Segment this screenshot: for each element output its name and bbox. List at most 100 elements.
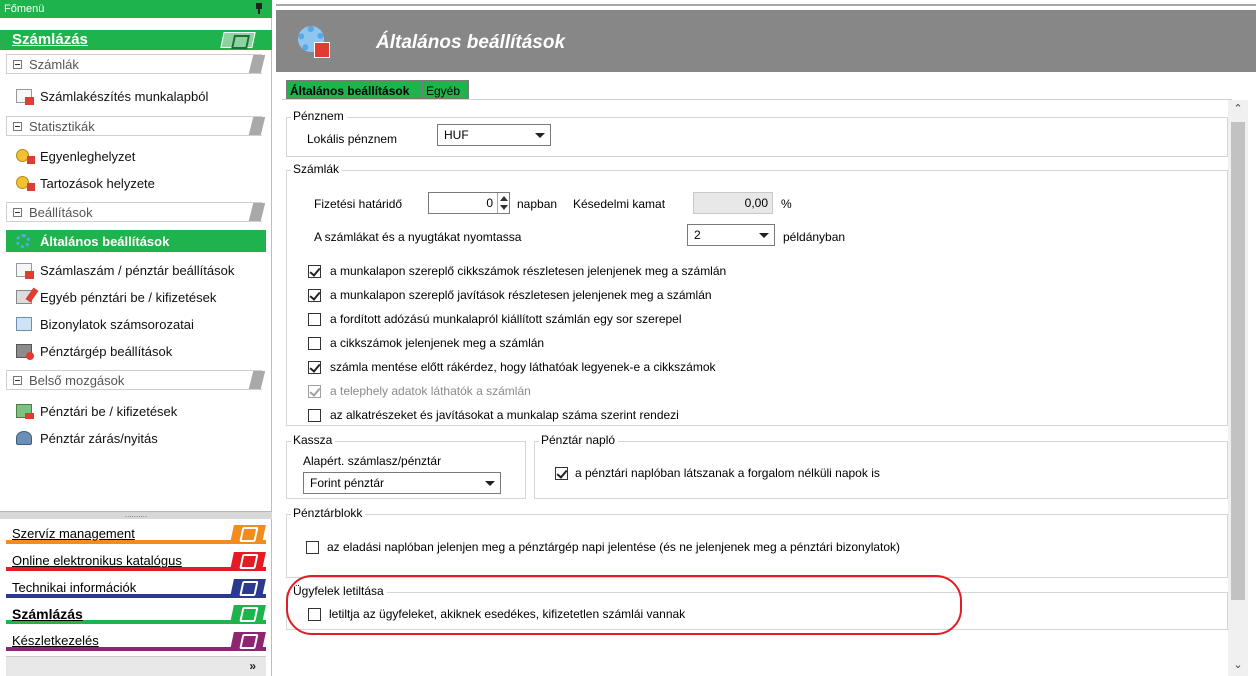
chevron-down-icon[interactable] (480, 473, 500, 493)
sidebar-item-label: Általános beállítások (40, 234, 170, 249)
checkbox-label: a fordított adózású munkalapról kiállíto… (330, 312, 682, 326)
page-header: Általános beállítások (276, 10, 1256, 72)
payment-deadline-input[interactable]: 0 (428, 192, 510, 214)
fieldset-penztar-naplo: Pénztár napló a pénztári naplóban látsza… (534, 433, 1228, 499)
sidebar-item-bizonylatok[interactable]: Bizonylatok számsorozatai (6, 313, 266, 335)
sidebar-item-szamlaszam-beallitasok[interactable]: Számlaszám / pénztár beállítások (6, 259, 266, 281)
sidebar-group-beallitasok[interactable]: Beállítások (6, 202, 262, 222)
checkbox-cikkszamok-reszletesen[interactable] (308, 265, 321, 278)
sidebar-item-label: Egyéb pénztári be / kifizetések (40, 290, 217, 305)
sidebar-group-label: Belső mozgások (29, 373, 125, 388)
nav-label: Szervíz management (12, 526, 135, 541)
people-icon (16, 431, 32, 445)
nav-label: Technikai információk (12, 580, 137, 595)
service-icon (230, 525, 266, 543)
nav-label: Online elektronikus katalógus (12, 553, 182, 568)
checkbox-ugyfelek-letiltasa[interactable] (308, 608, 321, 621)
checkbox-label: a munkalapon szereplő javítások részlete… (330, 288, 712, 302)
scroll-down-icon[interactable]: ⌄ (1228, 658, 1248, 676)
fieldset-legend: Számlák (291, 162, 343, 176)
fieldset-szamlak: Számlák Fizetési határidő 0 napban Késed… (286, 162, 1228, 426)
local-currency-select[interactable]: HUF (437, 124, 551, 146)
nav-online-katalogus[interactable]: Online elektronikus katalógus (6, 551, 266, 571)
days-unit-label: napban (517, 197, 558, 211)
chevron-down-icon[interactable] (754, 225, 774, 245)
page-title: Általános beállítások (376, 32, 566, 53)
nav-keszletkezeles[interactable]: Készletkezelés (6, 631, 266, 651)
invoice-module-icon (230, 605, 266, 623)
collapse-icon[interactable] (13, 376, 22, 385)
sidebar-item-altalanos-beallitasok[interactable]: Általános beállítások (6, 230, 266, 252)
checkbox-javitasok-reszletesen[interactable] (308, 289, 321, 302)
chevron-down-icon[interactable] (530, 125, 550, 145)
scroll-thumb[interactable] (1231, 122, 1245, 600)
fieldset-legend: Ügyfelek letiltása (291, 584, 387, 598)
checkbox-label: a munkalapon szereplő cikkszámok részlet… (330, 264, 727, 278)
sidebar-group-label: Beállítások (29, 205, 93, 220)
badge-icon (314, 42, 330, 58)
sidebar-group-szamlak[interactable]: Számlák (6, 54, 262, 74)
sidebar-item-label: Pénztárgép beállítások (40, 344, 173, 359)
splitter-grip[interactable]: .......... (0, 511, 272, 519)
sidebar-item-label: Egyenleghelyzet (40, 149, 136, 164)
grip-dots: .......... (124, 510, 148, 519)
sidebar-item-penztari-be-ki[interactable]: Pénztári be / kifizetések (6, 400, 266, 422)
sidebar-item-label: Pénztári be / kifizetések (40, 404, 178, 419)
tab-altalanos-beallitasok[interactable]: Általános beállítások (286, 80, 422, 99)
print-copies-label: A számlákat és a nyugtákat nyomtassa (314, 230, 522, 244)
nav-technikai-informaciok[interactable]: Technikai információk (6, 578, 266, 598)
sidebar-item-penztargep[interactable]: Pénztárgép beállítások (6, 340, 266, 362)
fieldset-penztarblokk: Pénztárblokk az eladási naplóban jelenje… (286, 506, 1228, 578)
invoice-settings-icon (16, 263, 34, 279)
sidebar-item-penztar-zaras[interactable]: Pénztár zárás/nyitás (6, 427, 266, 449)
sidebar-header[interactable]: Számlázás (0, 30, 272, 50)
transfer-icon (16, 404, 34, 419)
collapse-icon[interactable] (13, 122, 22, 131)
checkbox-cikkszamok-megjelenjenek[interactable] (308, 337, 321, 350)
collapse-icon[interactable] (13, 208, 22, 217)
select-value: 2 (694, 228, 701, 242)
sidebar-item-szamlakeszites[interactable]: Számlakészítés munkalapból (6, 85, 266, 107)
sidebar-item-egyeb-penztari[interactable]: Egyéb pénztári be / kifizetések (6, 286, 266, 308)
checkbox-telephely-adatok (308, 385, 321, 398)
checkbox-label: letiltja az ügyfeleket, akiknek esedékes… (329, 607, 686, 621)
fieldset-legend: Pénztár napló (539, 433, 619, 447)
copies-unit-label: példányban (783, 230, 846, 244)
default-register-select[interactable]: Forint pénztár (303, 472, 501, 494)
payment-deadline-label: Fizetési határidő (314, 197, 403, 211)
checkbox-label: az eladási naplóban jelenjen meg a pénzt… (327, 540, 901, 554)
sidebar-group-belso-mozgasok[interactable]: Belső mozgások (6, 370, 262, 390)
nav-szamlazas[interactable]: Számlázás (6, 604, 266, 624)
vertical-scrollbar[interactable]: ⌃ ⌄ (1228, 100, 1248, 676)
scroll-up-icon[interactable]: ⌃ (1228, 102, 1248, 120)
checkbox-munkalap-szerint-rendezi[interactable] (308, 409, 321, 422)
sidebar-group-statisztikak[interactable]: Statisztikák (6, 116, 262, 136)
nav-szerviz-management[interactable]: Szervíz management (6, 524, 266, 544)
checkbox-label: számla mentése előtt rákérdez, hogy láth… (330, 360, 716, 374)
checkbox-label: a telephely adatok láthatók a számlán (330, 384, 531, 398)
default-register-label: Alapért. számlasz/pénztár (303, 454, 442, 468)
checkbox-forditott-adozas[interactable] (308, 313, 321, 326)
late-interest-input[interactable]: 0,00 (693, 192, 773, 214)
percent-unit-label: % (781, 197, 792, 211)
stock-icon (230, 632, 266, 650)
input-value: 0,00 (744, 196, 768, 210)
main-panel: Általános beállítások Általános beállítá… (276, 0, 1256, 676)
nav-label: Készletkezelés (12, 633, 99, 648)
sidebar-item-egyenleghelyzet[interactable]: Egyenleghelyzet (6, 145, 266, 167)
more-modules-icon[interactable]: » (249, 659, 256, 673)
print-copies-select[interactable]: 2 (687, 224, 775, 246)
pin-icon[interactable] (254, 1, 264, 15)
invoice-icon (16, 89, 34, 105)
fieldset-legend: Pénznem (291, 109, 347, 123)
sidebar-titlebar: Főmenü (0, 0, 272, 18)
sidebar-item-tartozasok[interactable]: Tartozások helyzete (6, 172, 266, 194)
late-interest-label: Késedelmi kamat (573, 197, 666, 211)
checkbox-napi-jelentes[interactable] (306, 541, 319, 554)
checkbox-mentes-elott-rakerdez[interactable] (308, 361, 321, 374)
checkbox-forgalom-nelkuli-napok[interactable] (555, 467, 568, 480)
collapse-icon[interactable] (13, 60, 22, 69)
spinner-icon[interactable] (497, 193, 509, 213)
input-value: 0 (486, 196, 493, 210)
tab-egyeb[interactable]: Egyéb (422, 80, 469, 99)
